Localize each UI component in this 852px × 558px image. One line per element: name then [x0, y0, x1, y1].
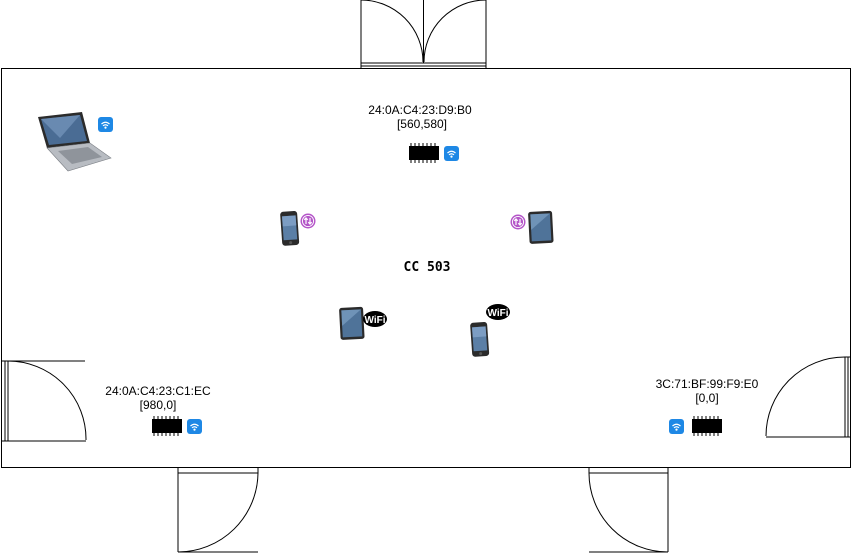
wifi-icon — [668, 418, 685, 435]
data-transfer-icon — [299, 212, 317, 230]
wifi-icon — [186, 418, 203, 435]
anchor-bottom-left[interactable]: 24:0A:C4:23:C1:EC [980,0] — [105, 384, 211, 437]
wifi-icon — [97, 116, 114, 133]
anchor-bottom-right[interactable]: 3C:71:BF:99:F9:E0 [0,0] — [656, 377, 759, 437]
tablet-device-right[interactable] — [509, 210, 554, 244]
chip-icon — [691, 415, 723, 437]
tablet-icon — [528, 210, 554, 244]
anchor-top[interactable]: 24:0A:C4:23:D9:B0 [560,580] — [368, 103, 472, 164]
anchor-top-mac: 24:0A:C4:23:D9:B0 — [368, 103, 472, 117]
door-right — [765, 356, 851, 438]
anchor-bottom-left-mac: 24:0A:C4:23:C1:EC — [105, 384, 211, 398]
svg-text:WiFi: WiFi — [364, 315, 385, 326]
tablet-device-wifi[interactable]: WiFi — [339, 306, 387, 340]
phone-device-left[interactable] — [280, 210, 317, 246]
wifi-icon — [443, 145, 460, 162]
floor-plan: CC 503 24:0A:C4:23:D9:B0 [560,580] 24:0A… — [1, 0, 851, 553]
anchor-bottom-left-coords: [980,0] — [140, 398, 177, 412]
laptop-device[interactable] — [38, 112, 114, 172]
chip-icon — [151, 415, 183, 437]
phone-icon — [280, 210, 300, 246]
wifi-logo: WiFi — [486, 304, 510, 320]
tablet-icon — [339, 306, 365, 340]
door-bottom-left — [177, 468, 259, 553]
door-bottom-right — [588, 468, 669, 553]
room-name: CC 503 — [404, 260, 451, 275]
phone-device-wifi[interactable]: WiFi — [470, 304, 510, 357]
anchor-bottom-right-mac: 3C:71:BF:99:F9:E0 — [656, 377, 759, 391]
data-transfer-icon — [509, 213, 527, 231]
door-top-double — [360, 0, 487, 68]
anchor-top-coords: [560,580] — [397, 117, 447, 131]
phone-icon — [470, 321, 490, 357]
chip-icon — [408, 142, 440, 164]
svg-text:WiFi: WiFi — [487, 308, 508, 319]
wifi-logo: WiFi — [363, 311, 387, 327]
door-left — [1, 360, 87, 442]
anchor-bottom-right-coords: [0,0] — [695, 391, 718, 405]
